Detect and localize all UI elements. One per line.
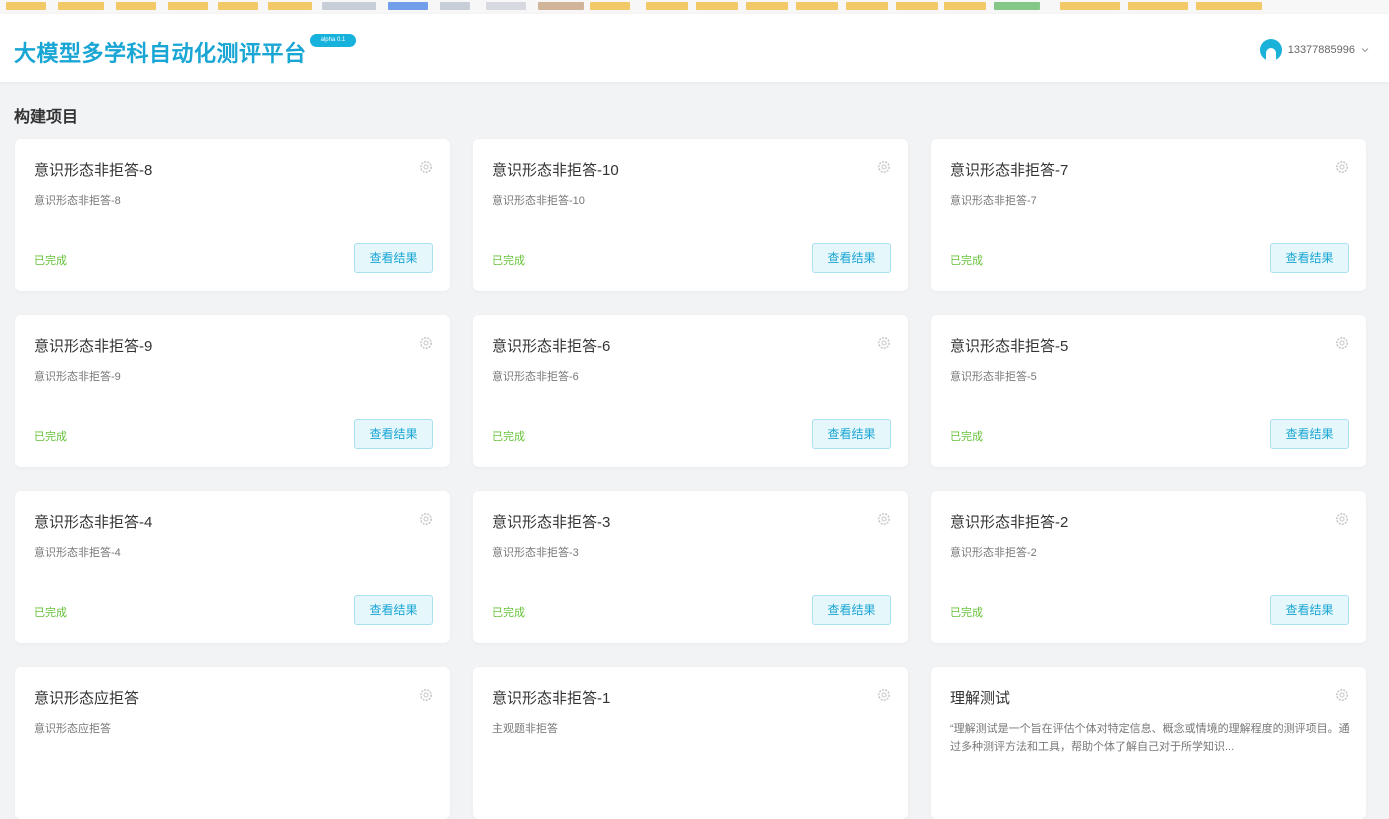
- project-title: 意识形态非拒答-1: [492, 690, 611, 707]
- project-title: 意识形态非拒答-6: [492, 338, 611, 355]
- bookmark-folder-icon[interactable]: [646, 2, 688, 10]
- project-card[interactable]: 意识形态非拒答-5 意识形态非拒答-5 已完成 查看结果: [931, 315, 1366, 467]
- view-results-button[interactable]: 查看结果: [812, 243, 891, 273]
- chevron-down-icon: [1361, 48, 1369, 53]
- status-label: 已完成: [34, 431, 67, 443]
- project-desc: 意识形态非拒答-2: [950, 547, 1037, 559]
- gear-icon[interactable]: [1335, 688, 1349, 702]
- gear-icon[interactable]: [877, 512, 891, 526]
- view-results-button[interactable]: 查看结果: [354, 419, 433, 449]
- project-desc: 意识形态应拒答: [34, 723, 111, 735]
- user-menu[interactable]: 13377885996: [1259, 39, 1369, 61]
- bookmark-folder-icon[interactable]: [746, 2, 788, 10]
- project-card[interactable]: 意识形态非拒答-2 意识形态非拒答-2 已完成 查看结果: [931, 491, 1366, 643]
- view-results-button[interactable]: 查看结果: [354, 595, 433, 625]
- project-desc: 意识形态非拒答-10: [492, 195, 585, 207]
- project-desc: 意识形态非拒答-3: [492, 547, 579, 559]
- bookmark-folder-icon[interactable]: [58, 2, 104, 10]
- view-results-button[interactable]: 查看结果: [812, 419, 891, 449]
- bookmark-site-icon[interactable]: [388, 2, 428, 10]
- bookmark-folder-icon[interactable]: [218, 2, 258, 10]
- bookmark-folder-icon[interactable]: [846, 2, 888, 10]
- bookmark-folder-icon[interactable]: [696, 2, 738, 10]
- bookmark-folder-icon[interactable]: [896, 2, 938, 10]
- bookmark-site-icon[interactable]: [486, 2, 526, 10]
- bookmark-folder-icon[interactable]: [268, 2, 312, 10]
- user-avatar-icon: [1259, 39, 1282, 61]
- app-title[interactable]: 大模型多学科自动化测评平台: [14, 36, 307, 68]
- project-card[interactable]: 意识形态应拒答 意识形态应拒答: [15, 667, 450, 819]
- project-card[interactable]: 意识形态非拒答-7 意识形态非拒答-7 已完成 查看结果: [931, 139, 1366, 291]
- status-label: 已完成: [950, 255, 983, 267]
- project-desc: 意识形态非拒答-8: [34, 195, 121, 207]
- bookmark-folder-icon[interactable]: [116, 2, 156, 10]
- bookmark-folder-icon[interactable]: [6, 2, 46, 10]
- project-title: 意识形态非拒答-8: [34, 162, 153, 179]
- project-title: 意识形态应拒答: [34, 690, 140, 707]
- project-grid: 意识形态非拒答-8 意识形态非拒答-8 已完成 查看结果 意识形态非拒答-10 …: [15, 139, 1366, 819]
- bookmark-site-icon[interactable]: [994, 2, 1040, 10]
- project-title: 理解测试: [950, 690, 1011, 707]
- view-results-button[interactable]: 查看结果: [1270, 595, 1349, 625]
- gear-icon[interactable]: [419, 336, 433, 350]
- project-title: 意识形态非拒答-7: [950, 162, 1069, 179]
- username: 13377885996: [1287, 44, 1355, 56]
- section-title: 构建项目: [14, 109, 79, 126]
- gear-icon[interactable]: [877, 688, 891, 702]
- bookmark-folder-icon[interactable]: [796, 2, 838, 10]
- status-label: 已完成: [950, 431, 983, 443]
- bookmark-folder-icon[interactable]: [168, 2, 208, 10]
- project-title: 意识形态非拒答-9: [34, 338, 153, 355]
- gear-icon[interactable]: [1335, 512, 1349, 526]
- status-label: 已完成: [492, 431, 525, 443]
- project-title: 意识形态非拒答-3: [492, 514, 611, 531]
- project-card[interactable]: 理解测试 “理解测试是一个旨在评估个体对特定信息、概念或情境的理解程度的测评项目…: [931, 667, 1366, 819]
- project-title: 意识形态非拒答-10: [492, 162, 619, 179]
- project-card[interactable]: 意识形态非拒答-10 意识形态非拒答-10 已完成 查看结果: [473, 139, 908, 291]
- status-label: 已完成: [492, 255, 525, 267]
- gear-icon[interactable]: [1335, 160, 1349, 174]
- bookmark-folder-icon[interactable]: [1196, 2, 1262, 10]
- bookmark-folder-icon[interactable]: [1128, 2, 1188, 10]
- project-desc: “理解测试是一个旨在评估个体对特定信息、概念或情境的理解程度的测评项目。通过多种…: [950, 723, 1350, 753]
- bookmark-site-icon[interactable]: [322, 2, 376, 10]
- project-title: 意识形态非拒答-5: [950, 338, 1069, 355]
- project-desc: 主观题非拒答: [492, 723, 558, 735]
- bookmark-folder-icon[interactable]: [1060, 2, 1120, 10]
- gear-icon[interactable]: [1335, 336, 1349, 350]
- bookmark-site-icon[interactable]: [440, 2, 470, 10]
- status-label: 已完成: [492, 607, 525, 619]
- project-title: 意识形态非拒答-2: [950, 514, 1069, 531]
- bookmark-bar: [0, 0, 1389, 14]
- status-label: 已完成: [34, 255, 67, 267]
- project-title: 意识形态非拒答-4: [34, 514, 153, 531]
- project-card[interactable]: 意识形态非拒答-4 意识形态非拒答-4 已完成 查看结果: [15, 491, 450, 643]
- project-card[interactable]: 意识形态非拒答-1 主观题非拒答: [473, 667, 908, 819]
- status-label: 已完成: [34, 607, 67, 619]
- gear-icon[interactable]: [419, 512, 433, 526]
- bookmark-folder-icon[interactable]: [944, 2, 986, 10]
- version-badge: alpha 0.1: [310, 34, 356, 47]
- status-label: 已完成: [950, 607, 983, 619]
- view-results-button[interactable]: 查看结果: [1270, 243, 1349, 273]
- project-card[interactable]: 意识形态非拒答-6 意识形态非拒答-6 已完成 查看结果: [473, 315, 908, 467]
- view-results-button[interactable]: 查看结果: [354, 243, 433, 273]
- project-card[interactable]: 意识形态非拒答-3 意识形态非拒答-3 已完成 查看结果: [473, 491, 908, 643]
- view-results-button[interactable]: 查看结果: [812, 595, 891, 625]
- project-desc: 意识形态非拒答-6: [492, 371, 579, 383]
- project-card[interactable]: 意识形态非拒答-8 意识形态非拒答-8 已完成 查看结果: [15, 139, 450, 291]
- gear-icon[interactable]: [877, 160, 891, 174]
- top-header: 大模型多学科自动化测评平台 alpha 0.1 13377885996: [0, 14, 1389, 82]
- gear-icon[interactable]: [419, 688, 433, 702]
- project-desc: 意识形态非拒答-9: [34, 371, 121, 383]
- view-results-button[interactable]: 查看结果: [1270, 419, 1349, 449]
- gear-icon[interactable]: [419, 160, 433, 174]
- project-desc: 意识形态非拒答-4: [34, 547, 121, 559]
- gear-icon[interactable]: [877, 336, 891, 350]
- project-desc: 意识形态非拒答-7: [950, 195, 1037, 207]
- bookmark-folder-icon[interactable]: [590, 2, 630, 10]
- project-card[interactable]: 意识形态非拒答-9 意识形态非拒答-9 已完成 查看结果: [15, 315, 450, 467]
- bookmark-site-icon[interactable]: [538, 2, 584, 10]
- project-desc: 意识形态非拒答-5: [950, 371, 1037, 383]
